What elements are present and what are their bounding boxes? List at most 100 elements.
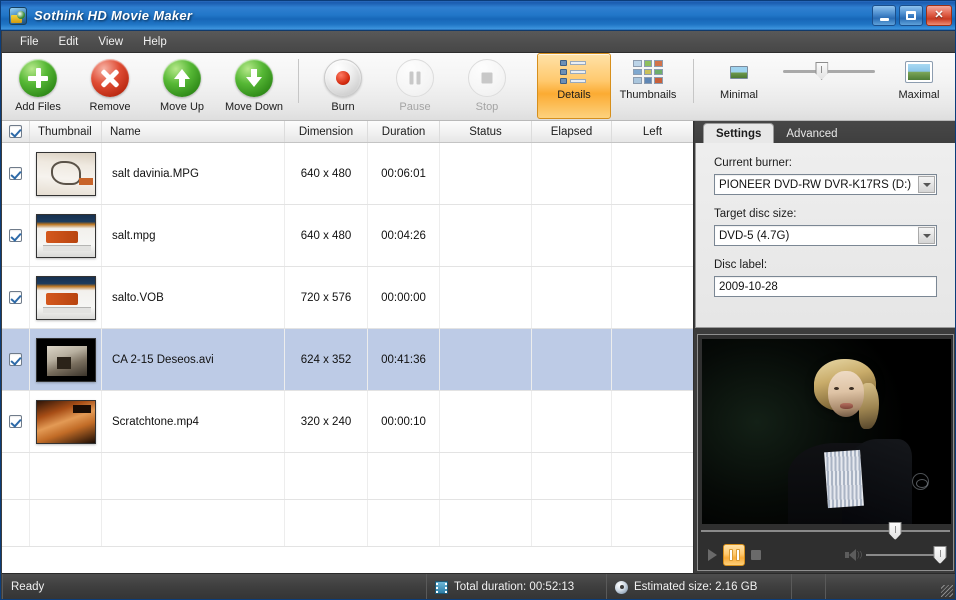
thumbnails-view-icon	[633, 60, 663, 84]
panel-tabs: Settings Advanced	[695, 121, 955, 143]
disc-label-input[interactable]: 2009-10-28	[714, 276, 937, 297]
close-button[interactable]: ✕	[926, 5, 952, 26]
menu-file[interactable]: File	[10, 33, 49, 51]
target-disc-size-select[interactable]: DVD-5 (4.7G)	[714, 225, 937, 246]
arrow-up-circle-icon	[163, 59, 201, 97]
preview-shape	[824, 449, 864, 509]
size-maximal[interactable]: Maximal	[882, 53, 955, 119]
menu-edit[interactable]: Edit	[49, 33, 89, 51]
column-header-thumbnail[interactable]: Thumbnail	[30, 121, 102, 142]
row-checkbox[interactable]	[9, 167, 22, 180]
size-minimal[interactable]: Minimal	[702, 53, 776, 119]
column-header-duration[interactable]: Duration	[368, 121, 440, 142]
remove-circle-icon	[91, 59, 129, 97]
select-all-header[interactable]	[2, 121, 30, 142]
application-window: Sothink HD Movie Maker ✕ File Edit View …	[0, 0, 956, 600]
move-down-button[interactable]: Move Down	[218, 53, 290, 119]
table-row[interactable]: CA 2-15 Deseos.avi 624 x 352 00:41:36	[2, 329, 693, 391]
broadcast-logo-icon	[912, 473, 929, 490]
row-name: CA 2-15 Deseos.avi	[102, 329, 285, 390]
row-checkbox-cell[interactable]	[2, 143, 30, 204]
view-mode-group: Details Thumbnails Minimal Maximal	[537, 53, 955, 119]
move-up-button[interactable]: Move Up	[146, 53, 218, 119]
chevron-down-icon[interactable]	[918, 176, 935, 193]
row-dimension: 720 x 576	[285, 267, 368, 328]
column-header-left[interactable]: Left	[612, 121, 693, 142]
speaker-icon[interactable]: ))	[845, 549, 862, 561]
status-spacer-2	[826, 574, 926, 600]
tab-settings[interactable]: Settings	[703, 123, 775, 143]
resize-grip[interactable]	[941, 585, 953, 597]
status-size-cell: Estimated size: 2.16 GB	[607, 573, 792, 599]
pause-circle-icon	[396, 59, 434, 97]
burn-button[interactable]: Burn	[307, 53, 379, 119]
row-elapsed	[532, 143, 612, 204]
select-all-checkbox[interactable]	[9, 125, 22, 138]
toolbar-separator	[298, 59, 299, 103]
large-image-icon	[905, 61, 933, 83]
volume-handle[interactable]	[933, 546, 947, 564]
file-list: Thumbnail Name Dimension Duration Status…	[2, 121, 694, 573]
column-header-elapsed[interactable]: Elapsed	[532, 121, 612, 142]
table-row[interactable]: Scratchtone.mp4 320 x 240 00:00:10	[2, 391, 693, 453]
video-preview[interactable]	[702, 339, 951, 524]
row-checkbox-cell[interactable]	[2, 329, 30, 390]
minimize-button[interactable]	[872, 5, 896, 26]
move-up-label: Move Up	[159, 101, 205, 113]
view-mode-thumbnails[interactable]: Thumbnails	[611, 53, 685, 119]
maximize-button[interactable]	[899, 5, 923, 26]
column-header-dimension[interactable]: Dimension	[285, 121, 368, 142]
add-files-button[interactable]: Add Files	[2, 53, 74, 119]
preview-stop-button[interactable]	[745, 544, 767, 566]
view-mode-details[interactable]: Details	[537, 53, 611, 119]
current-burner-value: PIONEER DVD-RW DVR-K17RS (D:)	[719, 178, 912, 191]
row-left	[612, 391, 693, 452]
current-burner-select[interactable]: PIONEER DVD-RW DVR-K17RS (D:)	[714, 174, 937, 195]
thumbnail-size-slider[interactable]	[776, 53, 882, 119]
row-elapsed	[532, 329, 612, 390]
row-duration: 00:00:10	[368, 391, 440, 452]
row-checkbox[interactable]	[9, 291, 22, 304]
menu-help[interactable]: Help	[133, 33, 177, 51]
row-duration: 00:04:26	[368, 205, 440, 266]
chevron-down-icon[interactable]	[918, 227, 935, 244]
seek-slider[interactable]	[701, 522, 950, 540]
column-header-status[interactable]: Status	[440, 121, 532, 142]
add-files-label: Add Files	[15, 101, 61, 113]
tab-advanced[interactable]: Advanced	[774, 124, 849, 143]
row-dimension: 640 x 480	[285, 205, 368, 266]
stop-button[interactable]: Stop	[451, 53, 523, 119]
row-checkbox[interactable]	[9, 353, 22, 366]
main-toolbar: Add Files Remove Move Up Move Down Burn …	[2, 53, 955, 121]
seek-track[interactable]	[701, 522, 950, 540]
slider-track[interactable]	[783, 62, 875, 80]
table-row[interactable]: salt davinia.MPG 640 x 480 00:06:01	[2, 143, 693, 205]
row-duration: 00:41:36	[368, 329, 440, 390]
row-checkbox[interactable]	[9, 229, 22, 242]
disc-label-value: 2009-10-28	[719, 280, 778, 293]
menu-view[interactable]: View	[88, 33, 133, 51]
slider-handle[interactable]	[815, 62, 829, 80]
row-thumbnail-cell	[30, 329, 102, 390]
table-row-empty[interactable]	[2, 453, 693, 500]
row-checkbox[interactable]	[9, 415, 22, 428]
minimal-label: Minimal	[720, 89, 758, 101]
row-checkbox-cell[interactable]	[2, 267, 30, 328]
settings-panel: Current burner: PIONEER DVD-RW DVR-K17RS…	[695, 143, 955, 328]
row-checkbox-cell[interactable]	[2, 205, 30, 266]
table-row[interactable]: salto.VOB 720 x 576 00:00:00	[2, 267, 693, 329]
row-elapsed	[532, 205, 612, 266]
film-strip-icon	[435, 580, 448, 594]
preview-play-button[interactable]	[701, 544, 723, 566]
table-row[interactable]: salt.mpg 640 x 480 00:04:26	[2, 205, 693, 267]
table-row-empty[interactable]	[2, 500, 693, 547]
pause-button[interactable]: Pause	[379, 53, 451, 119]
row-checkbox-cell[interactable]	[2, 391, 30, 452]
row-status	[440, 143, 532, 204]
column-header-name[interactable]: Name	[102, 121, 285, 142]
remove-button[interactable]: Remove	[74, 53, 146, 119]
volume-slider[interactable]	[866, 546, 947, 564]
row-left	[612, 329, 693, 390]
seek-handle[interactable]	[888, 522, 902, 540]
preview-pause-button[interactable]	[723, 544, 745, 566]
